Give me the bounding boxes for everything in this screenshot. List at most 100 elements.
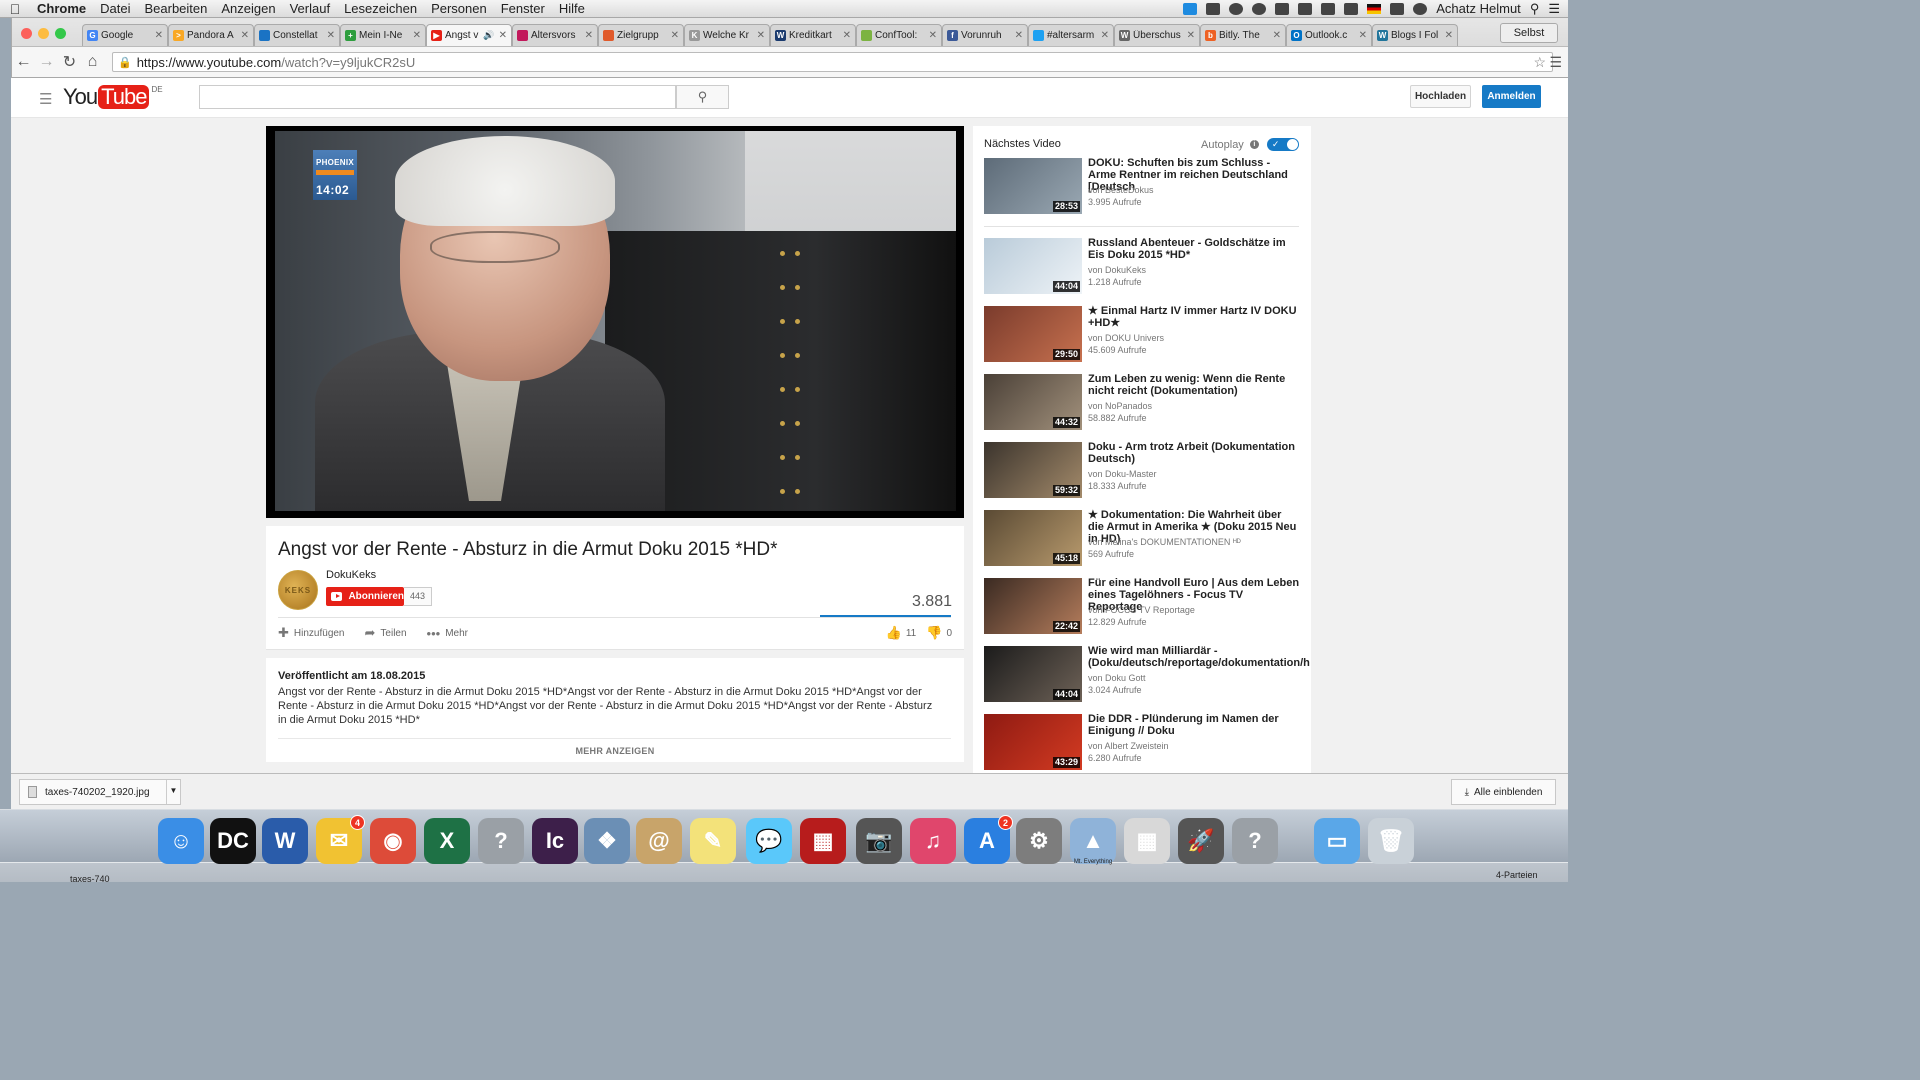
related-thumbnail[interactable]: 28:53 [984,158,1082,214]
itunes-icon[interactable]: ♫ [910,818,956,864]
back-button[interactable]: ← [12,53,35,71]
channel-name[interactable]: DokuKeks [326,569,376,581]
mt-everything-icon[interactable]: ▲ Mt. Everything [1070,818,1116,865]
minimize-window-button[interactable] [38,28,49,39]
menu-anzeigen[interactable]: Anzeigen [214,1,282,16]
menu-lesezeichen[interactable]: Lesezeichen [337,1,424,16]
tab-7[interactable]: K Welche Kr ✕ [684,24,770,46]
close-window-button[interactable] [21,28,32,39]
user-sync-icon[interactable] [1344,2,1359,15]
menu-personen[interactable]: Personen [424,1,494,16]
notes-icon[interactable]: ✎ [690,818,736,864]
related-video-item[interactable]: 44:32 Zum Leben zu wenig: Wenn die Rente … [984,373,1304,430]
tab-14[interactable]: O Outlook.c ✕ [1286,24,1372,46]
folder-icon[interactable]: ▭ [1314,818,1360,864]
related-video-item[interactable]: 22:42 Für eine Handvoll Euro | Aus dem Le… [984,577,1304,634]
app-store-icon[interactable]: A2 [964,815,1013,864]
word-icon[interactable]: W [262,818,308,864]
tab-close-icon[interactable]: ✕ [843,30,851,41]
unknown-app-icon-2[interactable]: ? [1232,818,1278,864]
tab-10[interactable]: f Vorunruh ✕ [942,24,1028,46]
subscribe-button[interactable]: Abonnieren [326,587,404,606]
menu-app-name[interactable]: Chrome [30,1,93,16]
tab-close-icon[interactable]: ✕ [155,30,163,41]
tab-close-icon[interactable]: ✕ [671,30,679,41]
related-video-item[interactable]: 59:32 Doku - Arm trotz Arbeit (Dokumentat… [984,441,1304,498]
related-thumbnail[interactable]: 29:50 [984,306,1082,362]
related-thumbnail[interactable]: 44:04 [984,646,1082,702]
airplay-icon[interactable] [1321,2,1336,15]
address-book-icon[interactable]: @ [636,818,682,864]
info-icon[interactable]: i [1249,140,1259,149]
tab-close-icon[interactable]: ✕ [1015,30,1023,41]
related-video-item[interactable]: 43:29 Die DDR - Plünderung im Namen der E… [984,713,1304,770]
bluetooth-icon[interactable] [1275,2,1290,15]
dropbox-icon[interactable] [1183,2,1198,15]
time-machine-icon[interactable] [1252,2,1267,15]
tab-audio-icon[interactable]: 🔊 [483,30,494,41]
shield-icon[interactable] [1229,2,1244,15]
photo-booth-icon[interactable]: ▦ [800,818,846,864]
chrome-menu-icon[interactable]: ☰ [1549,54,1562,71]
trash-icon[interactable]: 🗑 [1368,818,1414,864]
menu-verlauf[interactable]: Verlauf [283,1,337,16]
guide-menu-icon[interactable]: ☰ [39,90,52,108]
youtube-logo[interactable]: You Tube DE [63,85,163,109]
related-title[interactable]: Wie wird man Milliardär - (Doku/deutsch/… [1088,645,1310,669]
launchpad-icon[interactable]: 🚀 [1178,818,1224,864]
tab-close-icon[interactable]: ✕ [585,30,593,41]
chrome-icon[interactable]: ◉ [370,818,416,864]
tab-2[interactable]: Constellat ✕ [254,24,340,46]
zoom-window-button[interactable] [55,28,66,39]
excel-icon[interactable]: X [424,818,470,864]
mail-stamp-icon[interactable]: ✉ 4 [316,815,365,864]
menu-fenster[interactable]: Fenster [494,1,552,16]
tab-5[interactable]: Altersvors ✕ [512,24,598,46]
tab-12[interactable]: W Überschus ✕ [1114,24,1200,46]
tab-3[interactable]: + Mein I-Ne ✕ [340,24,426,46]
tab-close-icon[interactable]: ✕ [1359,30,1367,41]
reload-button[interactable]: ↻ [58,52,81,72]
autoplay-toggle[interactable]: ✓ [1266,138,1299,151]
tab-close-icon[interactable]: ✕ [929,30,937,41]
related-title[interactable]: Russland Abenteuer - Goldschätze im Eis … [1088,237,1300,261]
wifi-icon[interactable] [1298,2,1313,15]
tab-close-icon[interactable]: ✕ [1101,30,1109,41]
tab-close-icon[interactable]: ✕ [1445,30,1453,41]
tab-close-icon[interactable]: ✕ [1273,30,1281,41]
incopy-icon[interactable]: Ic [532,818,578,864]
tab-6[interactable]: Zielgrupp ✕ [598,24,684,46]
tab-close-icon[interactable]: ✕ [413,30,421,41]
related-thumbnail[interactable]: 44:32 [984,374,1082,430]
related-video-item[interactable]: 45:18 ★ Dokumentation: Die Wahrheit über … [984,509,1304,566]
volume-icon[interactable] [1390,2,1405,15]
tab-11[interactable]: #altersarm ✕ [1028,24,1114,46]
tab-0[interactable]: G Google ✕ [82,24,168,46]
more-button[interactable]: ••• Mehr [427,626,468,641]
related-video-item[interactable]: 29:50 ★ Einmal Hartz IV immer Hartz IV DO… [984,305,1304,362]
tab-8[interactable]: W Kreditkart ✕ [770,24,856,46]
related-title[interactable]: Zum Leben zu wenig: Wenn die Rente nicht… [1088,373,1300,397]
menu-hilfe[interactable]: Hilfe [552,1,592,16]
spotlight-icon[interactable]: ⚲ [1530,1,1540,17]
show-all-downloads-button[interactable]: ⤓ Alle einblenden [1451,779,1556,805]
messages-icon[interactable]: 💬 [746,818,792,864]
thumbs-up-icon[interactable]: 👍 [886,625,902,641]
thumbs-down-icon[interactable]: 👎 [926,625,942,641]
search-button[interactable]: ⚲ [676,85,729,109]
related-thumbnail[interactable]: 43:29 [984,714,1082,770]
system-preferences-icon[interactable]: ⚙ [1016,818,1062,864]
related-video-item[interactable]: 44:04 Wie wird man Milliardär - (Doku/deu… [984,645,1310,702]
tab-1[interactable]: > Pandora A ✕ [168,24,254,46]
related-video-item[interactable]: 44:04 Russland Abenteuer - Goldschätze im… [984,237,1304,294]
tab-4[interactable]: ▶ Angst v 🔊 ✕ [426,24,512,46]
unknown-app-icon[interactable]: ? [478,818,524,864]
dashcode-icon[interactable]: DC [210,818,256,864]
tab-close-icon[interactable]: ✕ [1187,30,1195,41]
menubar-user-name[interactable]: Achatz Helmut [1436,1,1521,16]
tab-13[interactable]: b Bitly. The ✕ [1200,24,1286,46]
channel-avatar[interactable]: KEKS [278,570,318,610]
related-title[interactable]: ★ Einmal Hartz IV immer Hartz IV DOKU +H… [1088,305,1300,329]
related-thumbnail[interactable]: 59:32 [984,442,1082,498]
sign-in-button[interactable]: Anmelden [1482,85,1541,108]
